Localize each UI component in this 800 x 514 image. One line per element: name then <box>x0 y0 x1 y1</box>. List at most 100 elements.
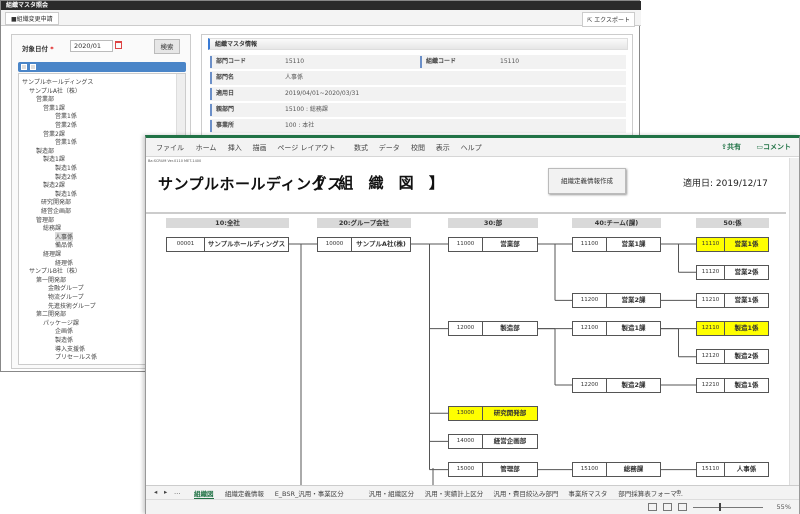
node-name: 製造1係 <box>734 380 759 389</box>
org-node[interactable]: 11120 営業2係 <box>696 264 769 280</box>
window-title: 組織マスタ照会 <box>1 1 641 10</box>
tab-org-change-request[interactable]: ■組織変更申請 <box>5 12 59 25</box>
org-node[interactable]: 11200 営業2課 <box>572 292 661 308</box>
info-panel-title: 組織マスタ情報 <box>208 38 628 50</box>
zoom-slider[interactable] <box>693 507 763 508</box>
org-node[interactable]: 14000 経営企画部 <box>448 433 538 449</box>
menu-tab[interactable]: ページ レイアウト <box>277 143 335 153</box>
page-layout-icon[interactable] <box>663 503 672 511</box>
node-name: 営業1課 <box>621 239 646 248</box>
menu-tab[interactable]: 描画 <box>253 143 267 153</box>
field-label: 事業所 <box>210 120 234 132</box>
menu-tab[interactable]: 校閲 <box>411 143 425 153</box>
node-code: 12000 <box>449 322 483 336</box>
export-button[interactable]: ⇱ エクスポート <box>582 12 635 27</box>
org-node[interactable]: 11100 営業1課 <box>572 236 661 252</box>
org-node[interactable]: 12000 製造部 <box>448 321 538 337</box>
menu-tab[interactable]: 数式 <box>354 143 368 153</box>
org-node[interactable]: 12210 製造1係 <box>696 377 769 393</box>
node-code: 12110 <box>697 322 725 336</box>
org-chart-title: 【 組 織 図 】 <box>308 174 449 192</box>
comment-button[interactable]: ▭コメント <box>756 142 791 152</box>
node-code: 11210 <box>697 293 725 307</box>
search-button[interactable]: 検索 <box>154 39 180 54</box>
menu-tab[interactable]: 挿入 <box>228 143 242 153</box>
org-node[interactable]: 11210 営業1係 <box>696 292 769 308</box>
page-break-icon[interactable] <box>678 503 687 511</box>
apply-date: 適用日: 2019/12/17 <box>683 179 768 189</box>
share-button[interactable]: ⇪共有 <box>721 142 741 152</box>
divider <box>146 212 786 214</box>
node-name: 製造1係 <box>734 324 759 333</box>
node-code: 12120 <box>697 350 725 364</box>
create-org-definition-button[interactable]: 組織定義情報作成 <box>548 168 626 194</box>
sheet-tab[interactable]: 汎用・組織区分 <box>369 488 415 498</box>
org-node[interactable]: 13000 研究開発部 <box>448 405 538 421</box>
node-code: 11000 <box>449 237 483 251</box>
node-code: 11110 <box>697 237 725 251</box>
field-value: 2019/04/01~2020/03/31 <box>285 90 360 97</box>
org-node[interactable]: 15000 管理部 <box>448 462 538 478</box>
more-sheets-icon[interactable]: … <box>174 488 181 496</box>
next-sheet-icon[interactable]: ▸ <box>164 488 167 496</box>
node-code: 11200 <box>573 293 607 307</box>
org-node[interactable]: 15100 総務課 <box>572 462 661 478</box>
org-node[interactable]: 00001 サンプルホールディングス <box>166 236 289 252</box>
ribbon-menu: ファイル ホーム 挿入 描画 ページ レイアウト 数式 データ 校閲 表示 ヘルプ ⇪共有 ▭コメ… <box>146 138 799 157</box>
calendar-icon[interactable] <box>115 41 122 49</box>
org-node[interactable]: 12120 製造2係 <box>696 349 769 365</box>
sheet-tab[interactable]: 事業所マスタ <box>568 488 607 498</box>
node-name: 研究開発部 <box>493 408 527 417</box>
sheet-tab[interactable]: E_BSR_汎用・事業区分 <box>275 488 344 498</box>
sheet-tab[interactable]: 組織定義情報 <box>225 488 264 498</box>
node-name: 営業1係 <box>734 295 759 304</box>
expand-all-icon[interactable] <box>21 64 27 70</box>
org-node[interactable]: 12110 製造1係 <box>696 321 769 337</box>
field-label: 親部門 <box>210 104 234 116</box>
normal-view-icon[interactable] <box>648 503 657 511</box>
org-info-panel: 組織マスタ情報 部門コード 15110 組織コード 15110 部門名 人事係 適用日 201… <box>201 34 633 149</box>
collapse-all-icon[interactable] <box>30 64 36 70</box>
node-name: 管理部 <box>500 465 520 474</box>
node-name: 営業1係 <box>734 239 759 248</box>
date-input[interactable]: 2020/01 <box>70 40 113 52</box>
vertical-scrollbar[interactable] <box>789 158 799 491</box>
field-value: 人事係 <box>285 74 304 81</box>
node-code: 11120 <box>697 265 725 279</box>
org-node[interactable]: 15110 人事係 <box>696 462 769 478</box>
menu-tab[interactable]: ホーム <box>196 143 217 153</box>
info-row: 適用日 2019/04/01~2020/03/31 <box>210 87 626 101</box>
org-node[interactable]: 12100 製造1課 <box>572 321 661 337</box>
sheet-tab[interactable]: 汎用・実績計上区分 <box>425 488 484 498</box>
tree-item[interactable]: 営業1係 <box>55 137 77 146</box>
info-row: 事業所 100 : 本社 <box>210 119 626 133</box>
menu-tab[interactable]: 表示 <box>436 143 450 153</box>
node-code: 11100 <box>573 237 607 251</box>
node-name: 営業部 <box>500 239 520 248</box>
node-name: 経営企画部 <box>493 436 527 445</box>
menu-tab[interactable]: ヘルプ <box>461 143 482 153</box>
prev-sheet-icon[interactable]: ◂ <box>154 488 157 496</box>
zoom-slider-thumb[interactable] <box>719 503 721 511</box>
menu-tab[interactable]: ファイル <box>156 143 184 153</box>
tree-item[interactable]: プリセールス係 <box>55 352 97 361</box>
node-code: 13000 <box>449 406 483 420</box>
field-label: 部門コード <box>210 56 246 68</box>
sheet-tab[interactable]: 部門採算表フォーマ... <box>618 488 683 498</box>
org-node[interactable]: 11110 営業1係 <box>696 236 769 252</box>
sheet-tab[interactable]: 汎用・費目絞込み部門 <box>493 488 558 498</box>
sheet-tabs: ◂ ▸ … ⊕ 組織図 組織定義情報 E_BSR_汎用・事業区分 汎用・組織区分 汎用・… <box>146 485 799 500</box>
excel-window: ファイル ホーム 挿入 描画 ページ レイアウト 数式 データ 校閲 表示 ヘルプ ⇪共有 ▭コメ… <box>145 135 800 514</box>
info-row: 親部門 15100 : 総務課 <box>210 103 626 117</box>
field-value: 15110 <box>285 58 305 65</box>
menu-tab[interactable]: データ <box>379 143 400 153</box>
status-bar: 55% <box>146 499 799 514</box>
node-code: 12210 <box>697 378 725 392</box>
org-node[interactable]: 12200 製造2課 <box>572 377 661 393</box>
field-label: 適用日 <box>210 88 234 100</box>
node-name: 人事係 <box>736 465 757 474</box>
org-node[interactable]: 11000 営業部 <box>448 236 538 252</box>
field-value: 15110 <box>500 58 520 65</box>
org-node[interactable]: 10000 サンプルA社(株) <box>317 236 411 252</box>
node-code: 12200 <box>573 378 607 392</box>
